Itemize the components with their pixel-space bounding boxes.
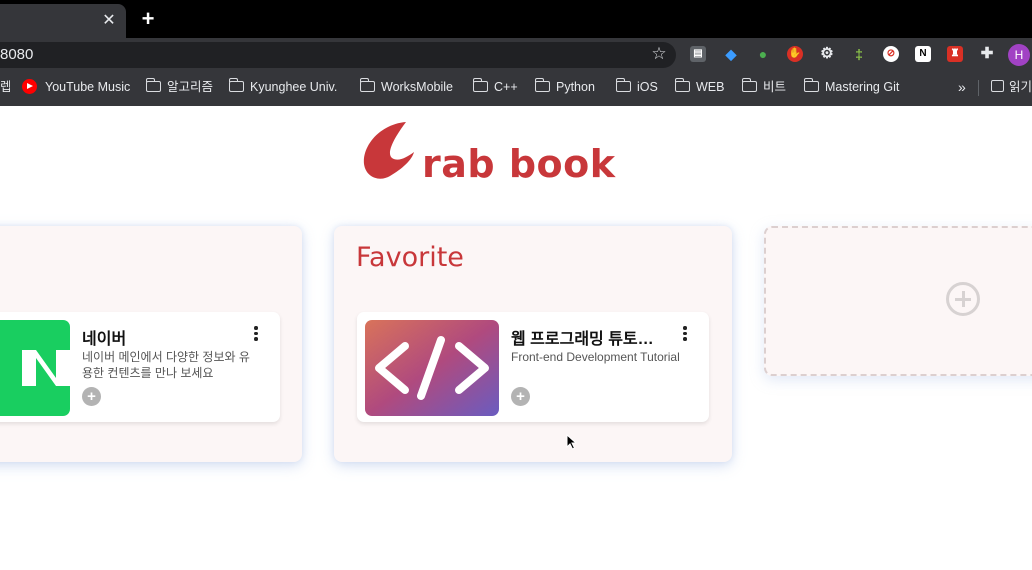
panel-title: Favorite [356, 242, 464, 273]
new-tab-button[interactable]: + [138, 8, 158, 30]
plus-circle-icon[interactable] [946, 282, 980, 316]
more-options-icon[interactable] [679, 326, 691, 344]
bookmark-folder[interactable]: 비트 [742, 78, 787, 95]
bookmark-label: 알고리즘 [167, 80, 214, 94]
tab-strip: ✕ + [0, 0, 1032, 38]
page-content: rab book 네이버 네이버 메인에서 다양한 정보와 유용한 컨텐츠를 만… [0, 106, 1032, 570]
extension-notion-icon[interactable]: N [915, 46, 931, 62]
mouse-cursor-icon [566, 434, 578, 450]
folder-icon [804, 78, 819, 92]
add-tag-button[interactable]: + [511, 387, 530, 406]
folder-icon [616, 78, 631, 92]
bookmark-folder[interactable]: Kyunghee Univ. [229, 78, 338, 95]
bookmark-label: Kyunghee Univ. [250, 80, 338, 94]
bookmark-folder[interactable]: WorksMobile [360, 78, 454, 95]
bookmark-separator [978, 80, 979, 96]
folder-icon [360, 78, 375, 92]
folder-icon [146, 78, 161, 92]
folder-icon [675, 78, 690, 92]
bookmark-label: WorksMobile [381, 80, 454, 94]
bookmark-folder[interactable]: iOS [616, 78, 658, 95]
more-options-icon[interactable] [250, 326, 262, 344]
logo-text: rab book [422, 142, 616, 186]
extension-block-icon[interactable]: ✋ [787, 46, 803, 62]
crab-claw-logo-icon [363, 122, 414, 179]
card-title: 웹 프로그래밍 튜토… [511, 331, 654, 348]
address-bar[interactable]: 8080 [0, 42, 676, 68]
bookmark-folder[interactable]: WEB [675, 78, 725, 95]
card-title: 네이버 [82, 331, 127, 348]
bookmark-group-panel[interactable]: 네이버 네이버 메인에서 다양한 정보와 유용한 컨텐츠를 만나 보세요 + [0, 226, 302, 462]
bookmark-folder[interactable]: Python [535, 78, 595, 95]
code-brackets-icon [365, 320, 499, 416]
extensions-puzzle-icon[interactable]: ✚ [979, 46, 995, 62]
extension-leaf-icon[interactable]: ● [755, 46, 771, 62]
extension-gear-icon[interactable]: ⚙ [819, 46, 835, 62]
bookmark-label: 비트 [763, 80, 787, 94]
extension-diamond-icon[interactable]: ◆ [723, 46, 739, 62]
bookmark-label: WEB [696, 80, 725, 94]
browser-chrome: ✕ + 8080 ☆ ▤ ◆ ● ✋ ⚙ ‡ ⊘ N ♜ ✚ H 렙 YouTu… [0, 0, 1032, 106]
folder-icon [229, 78, 244, 92]
crab-book-logo[interactable]: rab book [360, 118, 620, 188]
bookmark-card[interactable]: 웹 프로그래밍 튜토… Front-end Development Tutori… [357, 312, 709, 422]
extension-ladder-icon[interactable]: ‡ [851, 46, 867, 62]
naver-logo-icon [0, 320, 70, 416]
bookmark-card[interactable]: 네이버 네이버 메인에서 다양한 정보와 유용한 컨텐츠를 만나 보세요 + [0, 312, 280, 422]
youtube-music-icon [22, 79, 37, 94]
bookmark-label: C++ [494, 80, 518, 94]
reading-list-label: 읽기 [1009, 80, 1032, 94]
folder-icon [473, 78, 488, 92]
naver-n-icon [22, 350, 70, 386]
add-tag-button[interactable]: + [82, 387, 101, 406]
bookmark-star-icon[interactable]: ☆ [650, 45, 668, 63]
bookmark-folder[interactable]: C++ [473, 78, 518, 95]
folder-icon [742, 78, 757, 92]
url-text[interactable]: 8080 [0, 46, 33, 64]
bookmark-label: Mastering Git [825, 80, 900, 94]
bookmark-youtube-music[interactable]: YouTube Music [22, 79, 130, 95]
bookmarks-bar: 렙 YouTube Music 알고리즘 Kyunghee Univ. Work… [0, 74, 1032, 100]
bookmark-folder[interactable]: 알고리즘 [146, 78, 214, 95]
bookmark-label: iOS [637, 80, 658, 94]
bookmark-folder[interactable]: Mastering Git [804, 78, 900, 95]
code-thumbnail-icon [365, 320, 499, 416]
bookmark-overflow-chevron-icon[interactable]: » [958, 79, 966, 95]
card-description: 네이버 메인에서 다양한 정보와 유용한 컨텐츠를 만나 보세요 [82, 350, 250, 380]
active-tab[interactable]: ✕ [0, 4, 126, 38]
extension-tower-icon[interactable]: ♜ [947, 46, 963, 62]
add-group-panel[interactable] [764, 226, 1032, 376]
favorite-panel[interactable]: Favorite 웹 프로그래밍 튜토… Front-end Developme… [334, 226, 732, 462]
reading-list-icon [991, 80, 1004, 92]
bookmark-cut-item[interactable]: 렙 [0, 79, 10, 95]
profile-avatar[interactable]: H [1008, 44, 1030, 66]
card-description: Front-end Development Tutorial [511, 350, 680, 364]
reading-list-button[interactable]: 읽기 [991, 79, 1032, 95]
extension-slash-icon[interactable]: ⊘ [883, 46, 899, 62]
bookmark-label: Python [556, 80, 595, 94]
close-tab-icon[interactable]: ✕ [100, 12, 118, 30]
folder-icon [535, 78, 550, 92]
bookmark-label: YouTube Music [45, 80, 131, 94]
extension-save-icon[interactable]: ▤ [690, 46, 706, 62]
